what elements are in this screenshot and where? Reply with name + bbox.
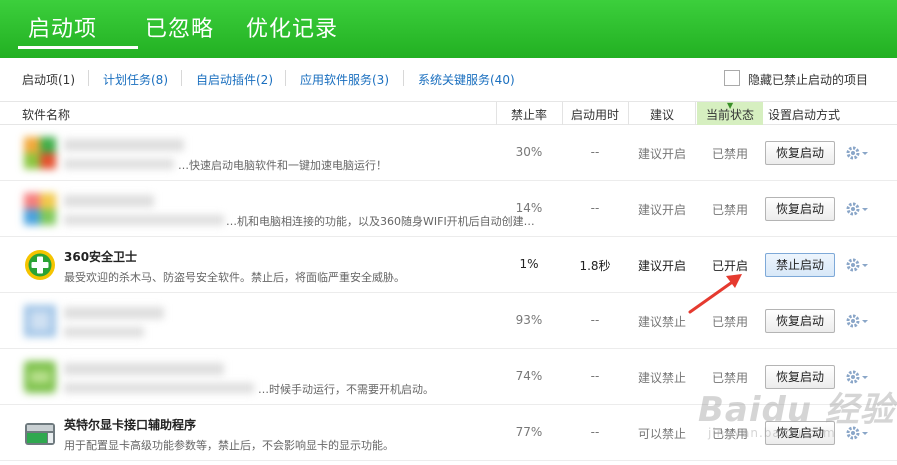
- startup-time: --: [590, 425, 600, 439]
- disable-rate: 74%: [515, 369, 543, 383]
- tab-optimization-history[interactable]: 优化记录: [246, 12, 338, 52]
- startup-time: 1.8秒: [579, 259, 611, 273]
- app-icon: [24, 305, 56, 337]
- app-icon: [24, 193, 56, 225]
- col-software-name[interactable]: 软件名称: [22, 106, 70, 123]
- header-bar: 启动项 已忽略 优化记录: [0, 0, 897, 58]
- description-redacted: [64, 159, 174, 169]
- col-advice[interactable]: 建议: [650, 106, 674, 123]
- startup-time: --: [590, 201, 600, 215]
- col-disable-rate[interactable]: 禁止率: [511, 106, 547, 123]
- advice: 建议开启: [637, 203, 686, 217]
- app-name: 英特尔显卡接口辅助程序: [64, 418, 197, 432]
- subtab-scheduled-tasks[interactable]: 计划任务(8): [103, 71, 168, 88]
- watermark-url: jingyan.baidu.com: [708, 426, 836, 440]
- active-tab-indicator: [18, 46, 138, 49]
- startup-manager-window: 启动项 已忽略 优化记录 启动项(1) 计划任务(8) 自启动插件(2) 应用软…: [0, 0, 897, 465]
- advice: 建议开启: [637, 147, 686, 161]
- subtab-divider: [88, 70, 89, 86]
- col-current-state[interactable]: 当前状态: [706, 106, 754, 123]
- disable-startup-button[interactable]: 禁止启动: [765, 253, 835, 277]
- restore-startup-button[interactable]: 恢复启动: [765, 141, 835, 165]
- disable-rate: 1%: [519, 257, 539, 271]
- subtab-startup-items[interactable]: 启动项(1): [22, 71, 75, 88]
- app-icon: [24, 137, 56, 169]
- column-header: ▼ 软件名称 禁止率 启动用时 建议 当前状态 设置启动方式: [0, 101, 897, 125]
- col-divider: [628, 102, 629, 125]
- disable-rate: 93%: [515, 313, 543, 327]
- gear-icon[interactable]: [845, 199, 869, 219]
- baidu-watermark: Baidu 经验 jingyan.baidu.com: [692, 378, 897, 450]
- watermark-text: Baidu 经验: [698, 390, 895, 430]
- startup-time: --: [590, 313, 600, 327]
- disable-rate: 14%: [515, 201, 543, 215]
- app-description: …时候手动运行，不需要开机启动。: [258, 383, 434, 396]
- col-divider: [496, 102, 497, 125]
- app-description: 最受欢迎的杀木马、防盗号安全软件。禁止后，将面临严重安全威胁。: [64, 271, 405, 284]
- app-description: …快速启动电脑软件和一键加速电脑运行！: [178, 159, 387, 172]
- graphics-card-icon: [25, 423, 55, 445]
- app-name-redacted: [64, 195, 154, 207]
- app-name-redacted: [64, 139, 184, 151]
- app-description: 用于配置显卡高级功能参数等，禁止后，不会影响显卡的显示功能。: [64, 439, 394, 452]
- col-startup-method: 设置启动方式: [768, 108, 841, 122]
- description-redacted: [64, 327, 144, 337]
- table-row[interactable]: 360安全卫士 最受欢迎的杀木马、防盗号安全软件。禁止后，将面临严重安全威胁。 …: [0, 237, 897, 293]
- table-row[interactable]: …机和电脑相连接的功能，以及360随身WIFI开机后自动创建… 14% -- 建…: [0, 181, 897, 237]
- app-name: 360安全卫士: [64, 250, 138, 264]
- current-state: 已禁用: [711, 147, 748, 161]
- col-startup-time[interactable]: 启动用时: [571, 106, 619, 123]
- subtab-divider: [403, 70, 404, 86]
- table-row[interactable]: …快速启动电脑软件和一键加速电脑运行！ 30% -- 建议开启 已禁用 恢复启动: [0, 125, 897, 181]
- shield-plus-icon: [25, 250, 55, 280]
- disable-rate: 30%: [515, 145, 543, 159]
- description-redacted: [64, 215, 224, 225]
- col-divider: [562, 102, 563, 125]
- red-arrow-annotation: [688, 274, 742, 314]
- subtab-divider: [285, 70, 286, 86]
- subtab-autostart-plugins[interactable]: 自启动插件(2): [196, 71, 273, 88]
- subtab-system-services[interactable]: 系统关键服务(40): [418, 71, 515, 88]
- current-state: 已禁用: [711, 203, 748, 217]
- disable-rate: 77%: [515, 425, 543, 439]
- gear-icon[interactable]: [845, 311, 869, 331]
- restore-startup-button[interactable]: 恢复启动: [765, 309, 835, 333]
- gear-icon[interactable]: [845, 255, 869, 275]
- col-divider: [695, 102, 696, 125]
- startup-time: --: [590, 369, 600, 383]
- hide-disabled-checkbox[interactable]: [724, 70, 740, 86]
- app-name-redacted: [64, 363, 224, 375]
- advice: 可以禁止: [637, 427, 686, 441]
- subtab-app-services[interactable]: 应用软件服务(3): [300, 71, 389, 88]
- app-icon: [24, 361, 56, 393]
- app-name-redacted: [64, 307, 164, 319]
- subtab-divider: [181, 70, 182, 86]
- table-row[interactable]: 93% -- 建议禁止 已禁用 恢复启动: [0, 293, 897, 349]
- hide-disabled-label: 隐藏已禁止启动的项目: [748, 73, 869, 87]
- advice: 建议禁止: [637, 371, 686, 385]
- description-redacted: [64, 383, 254, 393]
- gear-icon[interactable]: [845, 143, 869, 163]
- startup-time: --: [590, 145, 600, 159]
- restore-startup-button[interactable]: 恢复启动: [765, 197, 835, 221]
- app-description: …机和电脑相连接的功能，以及360随身WIFI开机后自动创建…: [226, 215, 535, 228]
- tab-ignored[interactable]: 已忽略: [145, 12, 214, 52]
